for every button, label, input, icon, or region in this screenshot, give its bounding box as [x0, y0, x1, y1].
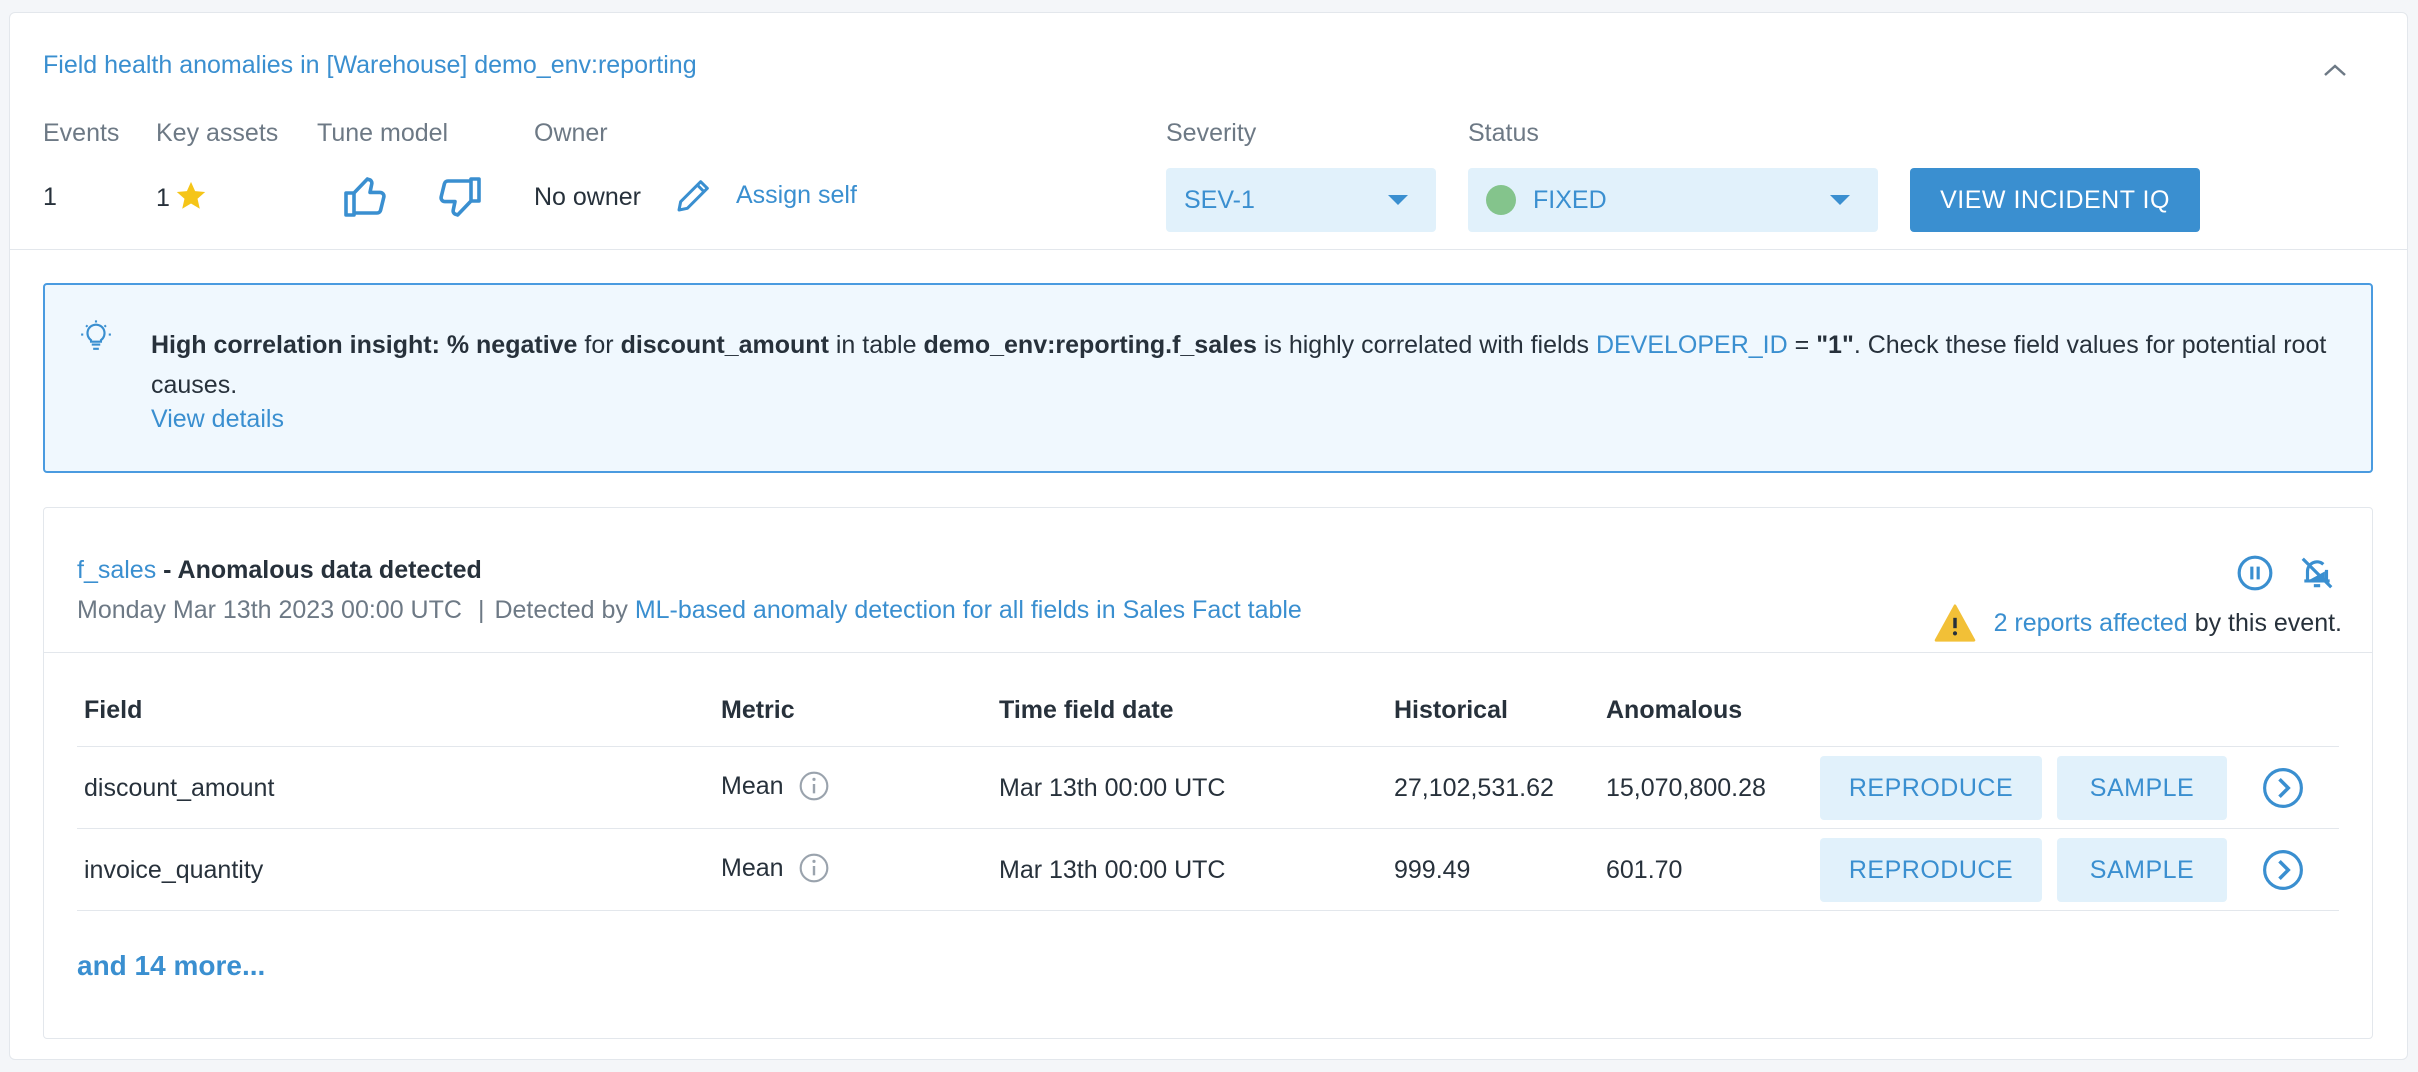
detected-by-label: Detected by: [494, 596, 628, 624]
insight-table: demo_env:reporting.f_sales: [923, 331, 1257, 359]
key-assets-count: 1: [156, 183, 170, 212]
sample-button[interactable]: SAMPLE: [2057, 756, 2227, 820]
reports-affected-link[interactable]: 2 reports affected: [1994, 609, 2188, 638]
severity-dropdown[interactable]: SEV-1: [1166, 168, 1436, 232]
pause-icon[interactable]: [2236, 554, 2274, 592]
metric-cell: Mean: [721, 852, 830, 884]
insight-field: discount_amount: [620, 331, 829, 359]
insight-equals: =: [1794, 331, 1810, 359]
subtitle-separator: |: [477, 596, 485, 624]
time-cell: Mar 13th 00:00 UTC: [999, 774, 1226, 802]
event-subtitle: Monday Mar 13th 2023 00:00 UTC | Detected …: [77, 596, 1302, 625]
tune-model-label: Tune model: [317, 119, 449, 147]
thumbs-down-icon: [439, 177, 481, 217]
owner-label: Owner: [534, 119, 608, 147]
monitor-link[interactable]: ML-based anomaly detection for all field…: [635, 596, 1302, 624]
thumbs-up-icon: [344, 177, 386, 217]
event-date: Monday Mar 13th 2023 00:00 UTC: [77, 596, 462, 624]
show-more-link[interactable]: and 14 more...: [77, 950, 265, 982]
severity-label: Severity: [1166, 119, 1257, 147]
pencil-icon: [677, 180, 709, 212]
chevron-up-icon: [2324, 64, 2346, 76]
severity-value: SEV-1: [1184, 185, 1255, 214]
sample-button[interactable]: SAMPLE: [2057, 838, 2227, 902]
events-count: 1: [43, 183, 57, 211]
developer-id-link[interactable]: DEVELOPER_ID: [1596, 331, 1788, 359]
time-cell: Mar 13th 00:00 UTC: [999, 856, 1226, 884]
status-dropdown[interactable]: FIXED: [1468, 168, 1878, 232]
collapse-button[interactable]: [2318, 53, 2352, 87]
column-header-metric: Metric: [721, 696, 795, 724]
info-icon[interactable]: [798, 770, 830, 802]
metric-cell: Mean: [721, 770, 830, 802]
row-divider: [77, 828, 2339, 829]
bell-off-icon[interactable]: [2298, 554, 2336, 592]
header-divider: [10, 249, 2407, 250]
table-link[interactable]: f_sales: [77, 556, 156, 584]
warning-icon: [1934, 604, 1975, 642]
chevron-right-circle-icon[interactable]: [2262, 767, 2304, 809]
key-assets-value: 1: [156, 181, 208, 213]
thumbs-down-button[interactable]: [435, 173, 483, 221]
anomalous-cell: 15,070,800.28: [1606, 774, 1766, 802]
insight-text: High correlation insight: % negative for…: [151, 325, 2351, 405]
reports-suffix: by this event.: [2194, 608, 2342, 637]
info-icon[interactable]: [798, 852, 830, 884]
status-dot: [1486, 185, 1516, 215]
anomaly-event-panel: f_sales - Anomalous data detected Monday…: [43, 507, 2373, 1039]
column-header-historical: Historical: [1394, 696, 1508, 724]
column-header-field: Field: [84, 696, 143, 724]
thumbs-up-button[interactable]: [342, 173, 390, 221]
status-label: Status: [1468, 119, 1539, 147]
lightbulb-icon: [81, 320, 111, 350]
events-label: Events: [43, 119, 120, 147]
assign-self-button[interactable]: Assign self: [674, 175, 857, 215]
owner-value: No owner: [534, 183, 641, 211]
view-incident-iq-button[interactable]: VIEW INCIDENT IQ: [1910, 168, 2200, 232]
field-cell: discount_amount: [84, 774, 275, 802]
metric-value: Mean: [721, 853, 784, 882]
historical-cell: 27,102,531.62: [1394, 774, 1554, 802]
view-details-link[interactable]: View details: [151, 405, 284, 434]
insight-in-table: in table: [835, 331, 917, 359]
reproduce-button[interactable]: REPRODUCE: [1820, 838, 2042, 902]
insight-value: "1": [1816, 331, 1854, 359]
key-assets-label: Key assets: [156, 119, 279, 147]
reports-affected: 2 reports affected by this event.: [1934, 604, 2342, 642]
anomalous-cell: 601.70: [1606, 856, 1683, 884]
reproduce-button[interactable]: REPRODUCE: [1820, 756, 2042, 820]
insight-correlated: is highly correlated with fields: [1263, 331, 1589, 359]
status-value: FIXED: [1533, 185, 1607, 214]
star-icon: [176, 181, 206, 209]
incident-card: Field health anomalies in [Warehouse] de…: [9, 12, 2408, 1060]
event-title-rest: - Anomalous data detected: [163, 556, 482, 584]
assign-self-label: Assign self: [736, 180, 857, 209]
row-divider: [77, 910, 2339, 911]
caret-down-icon: [1388, 195, 1408, 205]
field-cell: invoice_quantity: [84, 856, 264, 884]
column-header-anomalous: Anomalous: [1606, 696, 1743, 724]
correlation-insight-banner: High correlation insight: % negative for…: [43, 283, 2373, 473]
historical-cell: 999.49: [1394, 856, 1471, 884]
insight-prefix: High correlation insight:: [151, 331, 440, 359]
metric-value: Mean: [721, 771, 784, 800]
chevron-right-circle-icon[interactable]: [2262, 849, 2304, 891]
panel-divider: [44, 652, 2372, 653]
insight-for: for: [584, 331, 614, 359]
column-header-time-field-date: Time field date: [999, 696, 1174, 724]
event-title: f_sales - Anomalous data detected: [77, 556, 482, 585]
insight-metric: % negative: [446, 331, 578, 359]
incident-title-link[interactable]: Field health anomalies in [Warehouse] de…: [43, 51, 697, 80]
header-row-divider: [77, 746, 2339, 747]
caret-down-icon: [1830, 195, 1850, 205]
